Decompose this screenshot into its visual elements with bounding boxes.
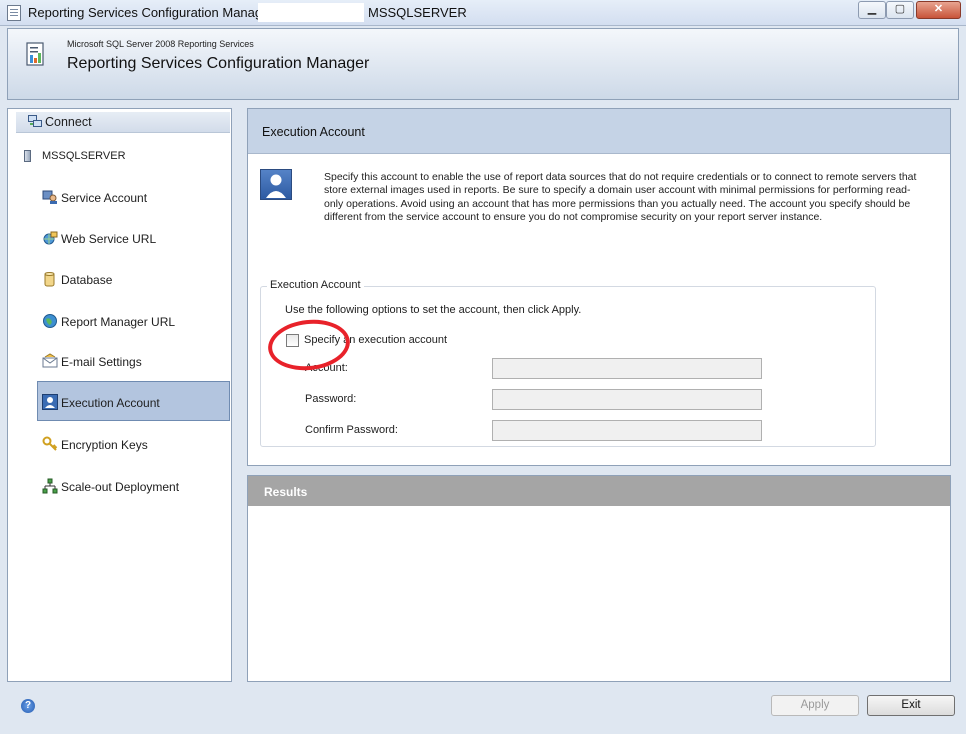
window-server-name: MSSQLSERVER — [368, 5, 467, 20]
app-icon — [7, 5, 21, 21]
server-node[interactable]: MSSQLSERVER — [22, 149, 202, 165]
navigation-panel: Connect MSSQLSERVER Service Account Web … — [7, 108, 232, 682]
sidebar-item-label: Scale-out Deployment — [61, 480, 180, 494]
sidebar-item-encryption-keys[interactable]: Encryption Keys — [38, 425, 231, 463]
results-panel: Results — [247, 475, 951, 682]
user-icon — [42, 394, 58, 410]
window-title: Reporting Services Configuration Manager… — [28, 5, 278, 20]
sidebar-item-web-service-url[interactable]: Web Service URL — [38, 219, 231, 257]
panel-header: Execution Account — [248, 109, 950, 154]
maximize-button[interactable]: ▢ — [886, 1, 914, 19]
specify-account-label[interactable]: Specify an execution account — [304, 334, 447, 346]
execution-user-icon — [260, 169, 292, 200]
title-bar: Reporting Services Configuration Manager… — [0, 0, 966, 26]
redacted-hostname — [258, 3, 364, 22]
minimize-button[interactable]: ▁ — [858, 1, 886, 19]
password-field[interactable] — [492, 389, 762, 410]
page-title: Execution Account — [262, 125, 365, 139]
execution-account-panel: Execution Account Specify this account t… — [247, 108, 951, 466]
sidebar-item-scale-out-deployment[interactable]: Scale-out Deployment — [38, 467, 231, 505]
sidebar-item-label: Web Service URL — [61, 232, 157, 246]
keys-icon — [42, 436, 58, 451]
service-account-icon — [42, 190, 57, 204]
specify-account-checkbox[interactable] — [286, 334, 299, 347]
sidebar-item-label: Report Manager URL — [61, 315, 176, 329]
exit-button[interactable]: Exit — [867, 695, 955, 716]
network-icon — [42, 478, 58, 494]
header-banner: Microsoft SQL Server 2008 Reporting Serv… — [7, 28, 959, 100]
confirm-password-field[interactable] — [492, 420, 762, 441]
sidebar-item-label: Execution Account — [61, 396, 160, 410]
help-icon[interactable]: ? — [21, 699, 35, 713]
account-field[interactable] — [492, 358, 762, 379]
database-icon — [44, 272, 55, 287]
password-label: Password: — [305, 393, 357, 405]
banner-subtitle: Microsoft SQL Server 2008 Reporting Serv… — [67, 39, 254, 49]
web-service-icon — [43, 231, 58, 245]
description-text: Specify this account to enable the use o… — [324, 171, 917, 223]
sidebar-item-report-manager-url[interactable]: Report Manager URL — [38, 302, 231, 340]
results-title: Results — [264, 485, 308, 499]
sidebar-item-database[interactable]: Database — [38, 260, 231, 298]
banner-title: Reporting Services Configuration Manager — [67, 55, 370, 72]
instructions-text: Use the following options to set the acc… — [285, 304, 582, 316]
sidebar-item-service-account[interactable]: Service Account — [38, 178, 231, 216]
sidebar-item-execution-account[interactable]: Execution Account — [37, 381, 230, 421]
connect-button[interactable]: Connect — [16, 112, 230, 133]
results-header: Results — [248, 476, 950, 506]
user-silhouette-icon — [266, 174, 286, 198]
sidebar-item-label: Database — [61, 273, 113, 287]
apply-button[interactable]: Apply — [771, 695, 859, 716]
sidebar-item-label: Service Account — [61, 191, 148, 205]
globe-icon — [43, 314, 57, 328]
server-node-label: MSSQLSERVER — [42, 150, 126, 162]
account-label: Account: — [305, 362, 348, 374]
email-icon — [42, 353, 58, 368]
connect-label: Connect — [45, 115, 92, 129]
server-icon — [24, 150, 31, 162]
connect-icon — [28, 115, 42, 127]
sidebar-item-label: Encryption Keys — [61, 438, 148, 452]
sidebar-item-email-settings[interactable]: E-mail Settings — [38, 342, 231, 380]
report-logo-icon — [26, 42, 44, 66]
close-button[interactable]: ✕ — [916, 1, 961, 19]
sidebar-item-label: E-mail Settings — [61, 355, 142, 369]
group-title: Execution Account — [267, 279, 364, 291]
confirm-password-label: Confirm Password: — [305, 424, 398, 436]
